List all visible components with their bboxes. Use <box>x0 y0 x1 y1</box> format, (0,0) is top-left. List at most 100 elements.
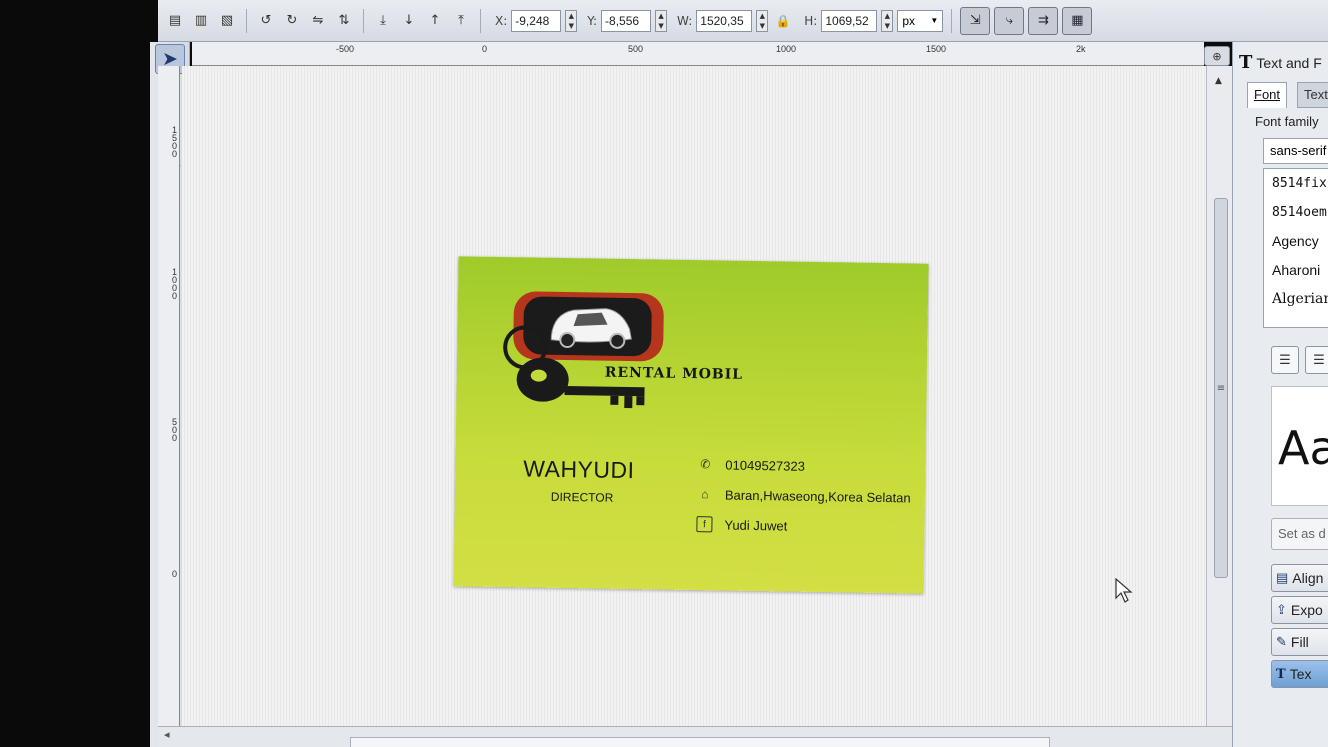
lower-icon[interactable]: ↓ <box>398 10 420 32</box>
dock-button-label: Tex <box>1289 666 1312 682</box>
invert-selection-icon[interactable]: ▧ <box>216 10 238 32</box>
export-icon: ⇪ <box>1276 602 1287 617</box>
person-name[interactable]: WAHYUDI <box>523 455 635 484</box>
align-left-icon[interactable]: ☰ <box>1271 346 1299 374</box>
ruler-tick: 0 <box>482 44 488 54</box>
mouse-cursor-icon <box>1115 578 1133 603</box>
dock-text-font-button[interactable]: T Tex <box>1271 660 1328 688</box>
ruler-tick: 500 <box>628 44 644 54</box>
facebook-icon: f <box>696 516 713 533</box>
move-patterns-icon[interactable]: ▦ <box>1062 6 1093 35</box>
w-label: W: <box>677 13 693 28</box>
unit-select[interactable]: px ▼ <box>897 9 944 32</box>
contact-phone[interactable]: ✆ 01049527323 <box>697 456 805 474</box>
scroll-left-icon[interactable]: ◂ <box>164 728 170 741</box>
x-label: X: <box>495 13 508 28</box>
font-list-item[interactable]: Agency <box>1264 227 1328 256</box>
horizontal-ruler: -500 0 500 1000 1500 2k <box>192 42 1204 66</box>
vertical-ruler: 1500 1000 500 0 <box>158 66 180 726</box>
horizontal-scroll-thumb[interactable] <box>350 737 1050 747</box>
height-input[interactable] <box>821 9 878 32</box>
dock-fill-stroke-button[interactable]: ✎ Fill <box>1271 628 1328 656</box>
height-spinner[interactable]: ▲ ▼ <box>881 9 894 32</box>
facebook-name: Yudi Juwet <box>724 517 788 534</box>
car-key-logo[interactable] <box>492 287 674 420</box>
select-all-icon[interactable]: ▤ <box>164 10 186 32</box>
font-list-item[interactable]: 8514fix <box>1264 169 1328 198</box>
tab-font[interactable]: Font <box>1247 82 1288 108</box>
y-input[interactable] <box>601 9 652 32</box>
chevron-down-icon: ▼ <box>930 16 939 25</box>
text-and-font-panel: T Text and F Font Text Font family sans-… <box>1232 42 1328 747</box>
ruler-tick: 0 <box>172 569 178 579</box>
vertical-scrollbar[interactable]: ▲ ≡ <box>1206 66 1232 726</box>
raise-to-top-icon[interactable]: ⤒ <box>450 10 472 32</box>
tool-controls-bar: ▤ ▥ ▧ ↺ ↻ ⇋ ⇅ ⤓ ↓ ↑ ⤒ X: ▲▼ Y: ▲▼ W: ▲▼ … <box>158 0 1328 42</box>
font-family-label: Font family <box>1255 114 1319 129</box>
dock-button-label: Expo <box>1290 602 1323 618</box>
dock-align-button[interactable]: ▤ Align <box>1271 564 1328 592</box>
font-list-item[interactable]: 8514oem <box>1264 198 1328 227</box>
toolbar-divider <box>246 8 247 33</box>
h-label: H: <box>804 13 818 28</box>
ruler-tick: 2k <box>1076 44 1086 54</box>
ruler-tick: 1000 <box>172 267 178 301</box>
screen-bezel <box>0 0 158 747</box>
font-list-item[interactable]: Aharoni <box>1264 256 1328 285</box>
panel-title-text: Text and F <box>1256 54 1322 71</box>
toolbar-divider <box>951 8 953 33</box>
y-spinner[interactable]: ▲ ▼ <box>655 9 668 32</box>
align-distribute-icon: ▤ <box>1276 570 1289 585</box>
x-input[interactable] <box>511 9 562 32</box>
font-list-item[interactable]: Algerian <box>1264 285 1328 314</box>
rotate-ccw-icon[interactable]: ↺ <box>255 10 277 32</box>
toolbar-divider <box>480 8 481 33</box>
grip-icon: ≡ <box>1216 383 1226 394</box>
panel-title: T Text and F <box>1239 52 1322 73</box>
raise-icon[interactable]: ↑ <box>424 10 446 32</box>
width-spinner[interactable]: ▲ ▼ <box>756 9 769 32</box>
contact-address[interactable]: ⌂ Baran,Hwaseong,Korea Selatan <box>697 486 911 505</box>
align-center-icon[interactable]: ☰ <box>1305 346 1328 374</box>
address-text: Baran,Hwaseong,Korea Selatan <box>724 487 911 505</box>
contact-facebook[interactable]: f Yudi Juwet <box>696 516 787 533</box>
ruler-tick: 1500 <box>172 125 178 159</box>
ruler-tick: 500 <box>172 417 178 443</box>
scroll-up-icon[interactable]: ▲ <box>1215 76 1222 86</box>
home-icon: ⌂ <box>701 487 709 502</box>
phone-number: 01049527323 <box>725 457 806 474</box>
x-spinner[interactable]: ▲ ▼ <box>565 9 578 32</box>
font-list[interactable]: 8514fix 8514oem Agency Aharoni Algerian <box>1263 168 1328 328</box>
text-panel-icon: T <box>1239 52 1253 73</box>
business-card[interactable]: RENTAL MOBIL WAHYUDI DIRECTOR ✆ 01049527… <box>453 256 929 594</box>
ruler-tick: 1000 <box>776 44 797 54</box>
move-gradients-icon[interactable]: ⇉ <box>1028 6 1059 35</box>
text-font-icon: T <box>1276 666 1286 682</box>
ruler-tick: 1500 <box>926 44 947 54</box>
rotate-cw-icon[interactable]: ↻ <box>281 10 303 32</box>
person-title[interactable]: DIRECTOR <box>551 490 614 505</box>
vertical-scroll-thumb[interactable]: ≡ <box>1214 198 1228 578</box>
lower-to-bottom-icon[interactable]: ⤓ <box>372 10 394 32</box>
select-all-layers-icon[interactable]: ▥ <box>190 10 212 32</box>
lock-ratio-icon[interactable]: 🔒 <box>772 10 794 32</box>
set-as-default-button[interactable]: Set as d <box>1271 518 1328 550</box>
drawing-canvas[interactable]: RENTAL MOBIL WAHYUDI DIRECTOR ✆ 01049527… <box>182 66 1206 726</box>
font-preview: Aa <box>1271 386 1328 506</box>
phone-icon: ✆ <box>700 457 711 472</box>
font-family-input[interactable]: sans-serif <box>1263 138 1328 164</box>
dock-export-button[interactable]: ⇪ Expo <box>1271 596 1328 624</box>
brand-name[interactable]: RENTAL MOBIL <box>605 365 743 383</box>
zoom-corner-icon[interactable]: ⊕ <box>1204 46 1230 66</box>
bottom-scrollbar[interactable]: ◂ <box>158 726 1232 747</box>
text-align-group: ☰ ☰ <box>1271 346 1328 374</box>
dock-button-label: Fill <box>1290 634 1309 650</box>
tab-text[interactable]: Text <box>1297 82 1328 108</box>
scale-stroke-icon[interactable]: ⇲ <box>960 6 991 35</box>
flip-vertical-icon[interactable]: ⇅ <box>333 10 355 32</box>
scale-corners-icon[interactable]: ⤷ <box>994 6 1025 35</box>
width-input[interactable] <box>696 9 753 32</box>
flip-horizontal-icon[interactable]: ⇋ <box>307 10 329 32</box>
fill-stroke-icon: ✎ <box>1276 634 1287 649</box>
ruler-tick: -500 <box>336 44 355 54</box>
